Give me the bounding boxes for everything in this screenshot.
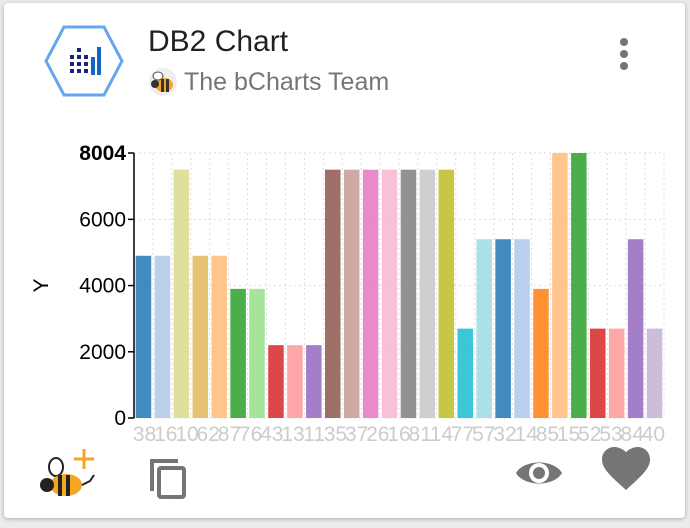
chart-bar	[306, 345, 322, 418]
y-tick-label: 8004	[79, 142, 126, 165]
chart-bar	[571, 153, 587, 418]
card-actions	[4, 443, 685, 513]
chart-bar	[287, 345, 303, 418]
copy-icon[interactable]	[144, 451, 192, 499]
author: The bCharts Team	[148, 65, 389, 99]
card-title: DB2 Chart	[148, 25, 289, 58]
bar-chart-hexagon-icon	[44, 25, 124, 97]
eye-icon[interactable]	[514, 451, 564, 495]
chart-bar	[173, 169, 190, 418]
chart-bar	[135, 255, 152, 418]
chart-bar	[646, 328, 663, 418]
chart-bar	[608, 328, 625, 418]
chart-bar	[400, 169, 417, 418]
more-vert-icon[interactable]	[612, 35, 636, 75]
chart-bar	[457, 328, 474, 418]
chart-bar	[324, 169, 341, 418]
chart-bar	[495, 239, 511, 418]
bee-add-icon[interactable]	[40, 445, 102, 503]
chart-bar	[627, 239, 644, 418]
y-tick-label: 6000	[79, 208, 126, 231]
chart-bar	[533, 288, 549, 418]
author-name: The bCharts Team	[184, 67, 390, 96]
chart-bar	[589, 328, 606, 418]
chart-card[interactable]: DB2 Chart The bCharts Team 0 2000 4000 6000…	[4, 3, 685, 518]
y-tick-label: 4000	[79, 275, 126, 298]
chart-bar	[476, 239, 492, 418]
bar-chart: 0 2000 4000 6000 8004 Y 38 16 10 62 87 76 43 13 11 35 37…	[14, 133, 679, 453]
chart-bar	[419, 169, 436, 418]
chart-bar	[438, 169, 455, 418]
chart-bar	[552, 153, 568, 418]
y-axis-label: Y	[30, 278, 53, 292]
heart-icon[interactable]	[602, 447, 650, 495]
y-tick-label: 0	[114, 407, 126, 430]
bee-icon	[149, 68, 177, 96]
chart-bar	[230, 288, 246, 418]
chart-bar	[381, 169, 398, 418]
chart-bar	[343, 169, 360, 418]
chart-bar	[268, 345, 284, 418]
chart-bar	[154, 255, 171, 418]
chart-bar	[249, 288, 265, 418]
chart-bar	[192, 255, 209, 418]
bar-chart-svg: 02000400060008004Y3816106287764313113537…	[30, 142, 665, 446]
chart-bar	[362, 169, 379, 418]
chart-bar	[514, 239, 530, 418]
chart-bar	[211, 255, 227, 418]
y-tick-label: 2000	[79, 341, 126, 364]
